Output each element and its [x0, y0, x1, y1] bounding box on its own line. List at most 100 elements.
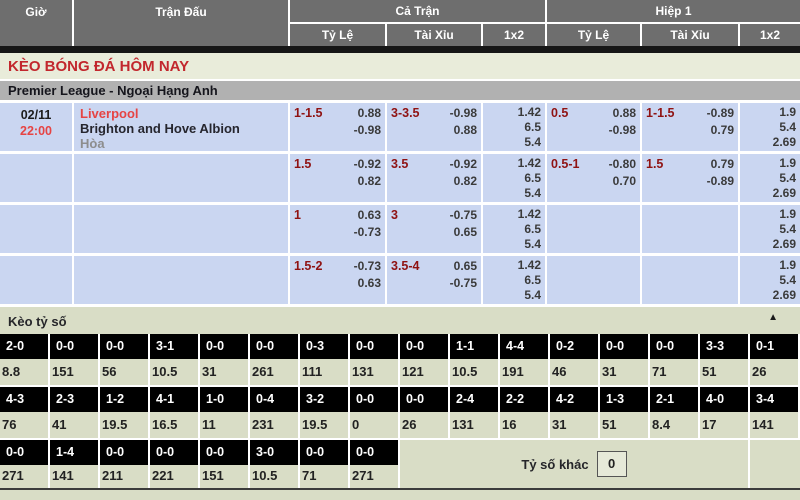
odds-value[interactable]: -0.92 [450, 156, 477, 173]
odds-value[interactable]: 1.9 [773, 156, 796, 171]
score-tile[interactable]: 1-219.5 [100, 387, 148, 438]
score-tile[interactable]: 0-0261 [250, 334, 298, 385]
score-tile[interactable]: 2-08.8 [0, 334, 48, 385]
odds-value[interactable]: 2.69 [773, 237, 796, 252]
odds-value[interactable]: -0.73 [354, 258, 381, 275]
odds-value[interactable]: 2.69 [773, 135, 796, 150]
score-tile[interactable]: 2-4131 [450, 387, 498, 438]
score-tile[interactable]: 4-017 [700, 387, 748, 438]
odds-value[interactable]: 5.4 [518, 288, 541, 303]
score-tile[interactable]: 0-0121 [400, 334, 448, 385]
score-tile[interactable]: 0-0151 [200, 440, 248, 488]
other-score-value[interactable]: 0 [597, 451, 627, 477]
match-date: 02/11 [0, 107, 72, 123]
score-tile[interactable]: 0-031 [200, 334, 248, 385]
odds-value[interactable]: 0.63 [354, 207, 381, 224]
score-tile[interactable]: 3-351 [700, 334, 748, 385]
odds-value[interactable]: 1.42 [518, 258, 541, 273]
h1-over-under-cell [642, 205, 738, 253]
odds-value[interactable]: 1.9 [773, 258, 796, 273]
odds-value[interactable]: 1.42 [518, 156, 541, 171]
odds-value[interactable]: 0.88 [450, 122, 477, 139]
odds-value[interactable]: 1.9 [773, 105, 796, 120]
score-tile[interactable]: 0-126 [750, 334, 798, 385]
score-tile[interactable]: 1-110.5 [450, 334, 498, 385]
score-tile[interactable]: 4-116.5 [150, 387, 198, 438]
odds-value[interactable]: 2.69 [773, 186, 796, 201]
odds-value[interactable]: 1.9 [773, 207, 796, 222]
ft-handicap-cell-values: -0.920.82 [354, 156, 381, 190]
score-tile[interactable]: 2-341 [50, 387, 98, 438]
odds-value[interactable]: 0.88 [609, 105, 636, 122]
home-team[interactable]: Liverpool [80, 106, 288, 121]
odds-value[interactable]: 0.70 [609, 173, 636, 190]
odds-value[interactable]: 5.4 [773, 171, 796, 186]
odds-value[interactable]: 1.42 [518, 105, 541, 120]
score-tile[interactable]: 0-00 [350, 387, 398, 438]
odds-value[interactable]: -0.98 [450, 105, 477, 122]
score-tile[interactable]: 0-0271 [350, 440, 398, 488]
score-tile[interactable]: 0-026 [400, 387, 448, 438]
odds-value[interactable]: 0.82 [450, 173, 477, 190]
score-tile[interactable]: 0-4231 [250, 387, 298, 438]
odds-value[interactable]: -0.89 [707, 105, 734, 122]
odds-value[interactable]: 0.63 [354, 275, 381, 292]
score-tile[interactable]: 0-0211 [100, 440, 148, 488]
odds-value[interactable]: 6.5 [518, 171, 541, 186]
away-team[interactable]: Brighton and Hove Albion [80, 121, 288, 136]
score-tile[interactable]: 2-216 [500, 387, 548, 438]
score-tile[interactable]: 3-110.5 [150, 334, 198, 385]
odds-value[interactable]: 6.5 [518, 222, 541, 237]
score-tile[interactable]: 3-010.5 [250, 440, 298, 488]
score-tile[interactable]: 1-011 [200, 387, 248, 438]
score-tile[interactable]: 0-0131 [350, 334, 398, 385]
odds-value[interactable]: 0.79 [707, 156, 734, 173]
score-tile[interactable]: 3-219.5 [300, 387, 348, 438]
odds-value[interactable]: 6.5 [518, 120, 541, 135]
score-tile[interactable]: 0-0221 [150, 440, 198, 488]
odds-value[interactable]: 6.5 [518, 273, 541, 288]
score-tile[interactable]: 1-4141 [50, 440, 98, 488]
ft-over-under-cell: 3.5-0.920.82 [387, 154, 481, 202]
score-tile[interactable]: 0-071 [300, 440, 348, 488]
collapse-up-icon[interactable]: ▲ [768, 312, 778, 323]
score-tile[interactable]: 0-246 [550, 334, 598, 385]
score-odds: 16.5 [150, 412, 198, 438]
score-tile[interactable]: 0-0271 [0, 440, 48, 488]
score-tile[interactable]: 0-031 [600, 334, 648, 385]
odds-value[interactable]: 5.4 [518, 186, 541, 201]
odds-value[interactable]: 5.4 [773, 222, 796, 237]
score-tile[interactable]: 4-376 [0, 387, 48, 438]
odds-value[interactable]: 5.4 [773, 120, 796, 135]
score-tile[interactable]: 0-0151 [50, 334, 98, 385]
odds-value[interactable]: -0.73 [354, 224, 381, 241]
score-tile[interactable]: 2-18.4 [650, 387, 698, 438]
odds-value[interactable]: 5.4 [773, 273, 796, 288]
score-tile[interactable]: 1-351 [600, 387, 648, 438]
score-tile[interactable]: 3-4141 [750, 387, 798, 438]
score-tile[interactable]: 0-3111 [300, 334, 348, 385]
odds-value[interactable]: 2.69 [773, 288, 796, 303]
odds-value[interactable]: 0.88 [354, 105, 381, 122]
odds-value[interactable]: -0.80 [609, 156, 636, 173]
score-tile[interactable]: 0-071 [650, 334, 698, 385]
odds-value[interactable]: -0.75 [450, 207, 477, 224]
ft-handicap-cell-line: 1.5-2 [294, 259, 323, 273]
odds-value[interactable]: 0.79 [707, 122, 734, 139]
odds-value[interactable]: 1.42 [518, 207, 541, 222]
odds-value[interactable]: -0.92 [354, 156, 381, 173]
score-tile[interactable]: 4-231 [550, 387, 598, 438]
odds-value[interactable]: -0.98 [354, 122, 381, 139]
ft-1x2-cell: 1.426.55.4 [483, 154, 545, 202]
score-tile[interactable]: 4-4191 [500, 334, 548, 385]
score-tile[interactable]: 0-056 [100, 334, 148, 385]
odds-value[interactable]: -0.75 [450, 275, 477, 292]
odds-value[interactable]: 5.4 [518, 237, 541, 252]
score-odds: 271 [0, 465, 48, 488]
odds-value[interactable]: -0.89 [707, 173, 734, 190]
odds-value[interactable]: 0.82 [354, 173, 381, 190]
odds-value[interactable]: 0.65 [450, 258, 477, 275]
odds-value[interactable]: 5.4 [518, 135, 541, 150]
odds-value[interactable]: -0.98 [609, 122, 636, 139]
odds-value[interactable]: 0.65 [450, 224, 477, 241]
